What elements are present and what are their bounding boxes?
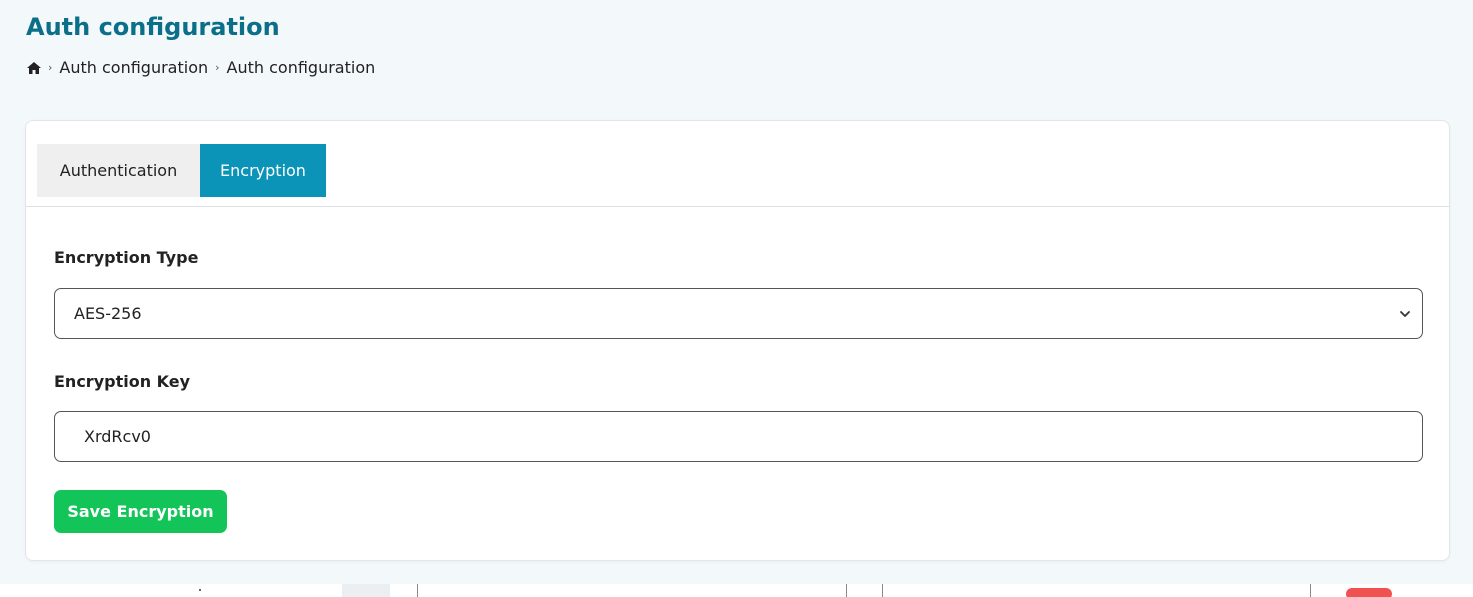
strip-divider [1310,584,1311,597]
chevron-right-icon: › [48,61,53,74]
encryption-type-value: AES-256 [74,304,142,323]
tab-divider [26,206,1449,207]
bottom-strip [0,584,1473,597]
tab-authentication[interactable]: Authentication [37,144,200,197]
encryption-key-input[interactable]: XrdRcv0 [54,411,1423,462]
breadcrumb-item-current: Auth configuration [226,58,376,77]
strip-gray-block [342,584,390,597]
chevron-right-icon: › [215,61,220,74]
page-title: Auth configuration [26,13,280,41]
breadcrumb-item[interactable]: Auth configuration [59,58,208,77]
strip-dot [199,589,201,591]
strip-divider [846,584,847,597]
encryption-card: Authentication Encryption Encryption Typ… [25,120,1450,561]
tab-bar: Authentication Encryption [37,144,326,197]
chevron-down-icon [1398,306,1412,325]
save-encryption-button[interactable]: Save Encryption [54,490,227,533]
breadcrumb: › Auth configuration › Auth configuratio… [27,58,375,77]
tab-encryption[interactable]: Encryption [200,144,326,197]
strip-red-badge [1346,588,1392,597]
encryption-type-select[interactable]: AES-256 [54,288,1423,339]
encryption-key-label: Encryption Key [54,372,191,391]
encryption-key-value: XrdRcv0 [84,427,151,446]
home-icon[interactable] [27,61,41,74]
encryption-type-label: Encryption Type [54,248,199,267]
strip-divider [882,584,883,597]
strip-divider [417,584,418,597]
